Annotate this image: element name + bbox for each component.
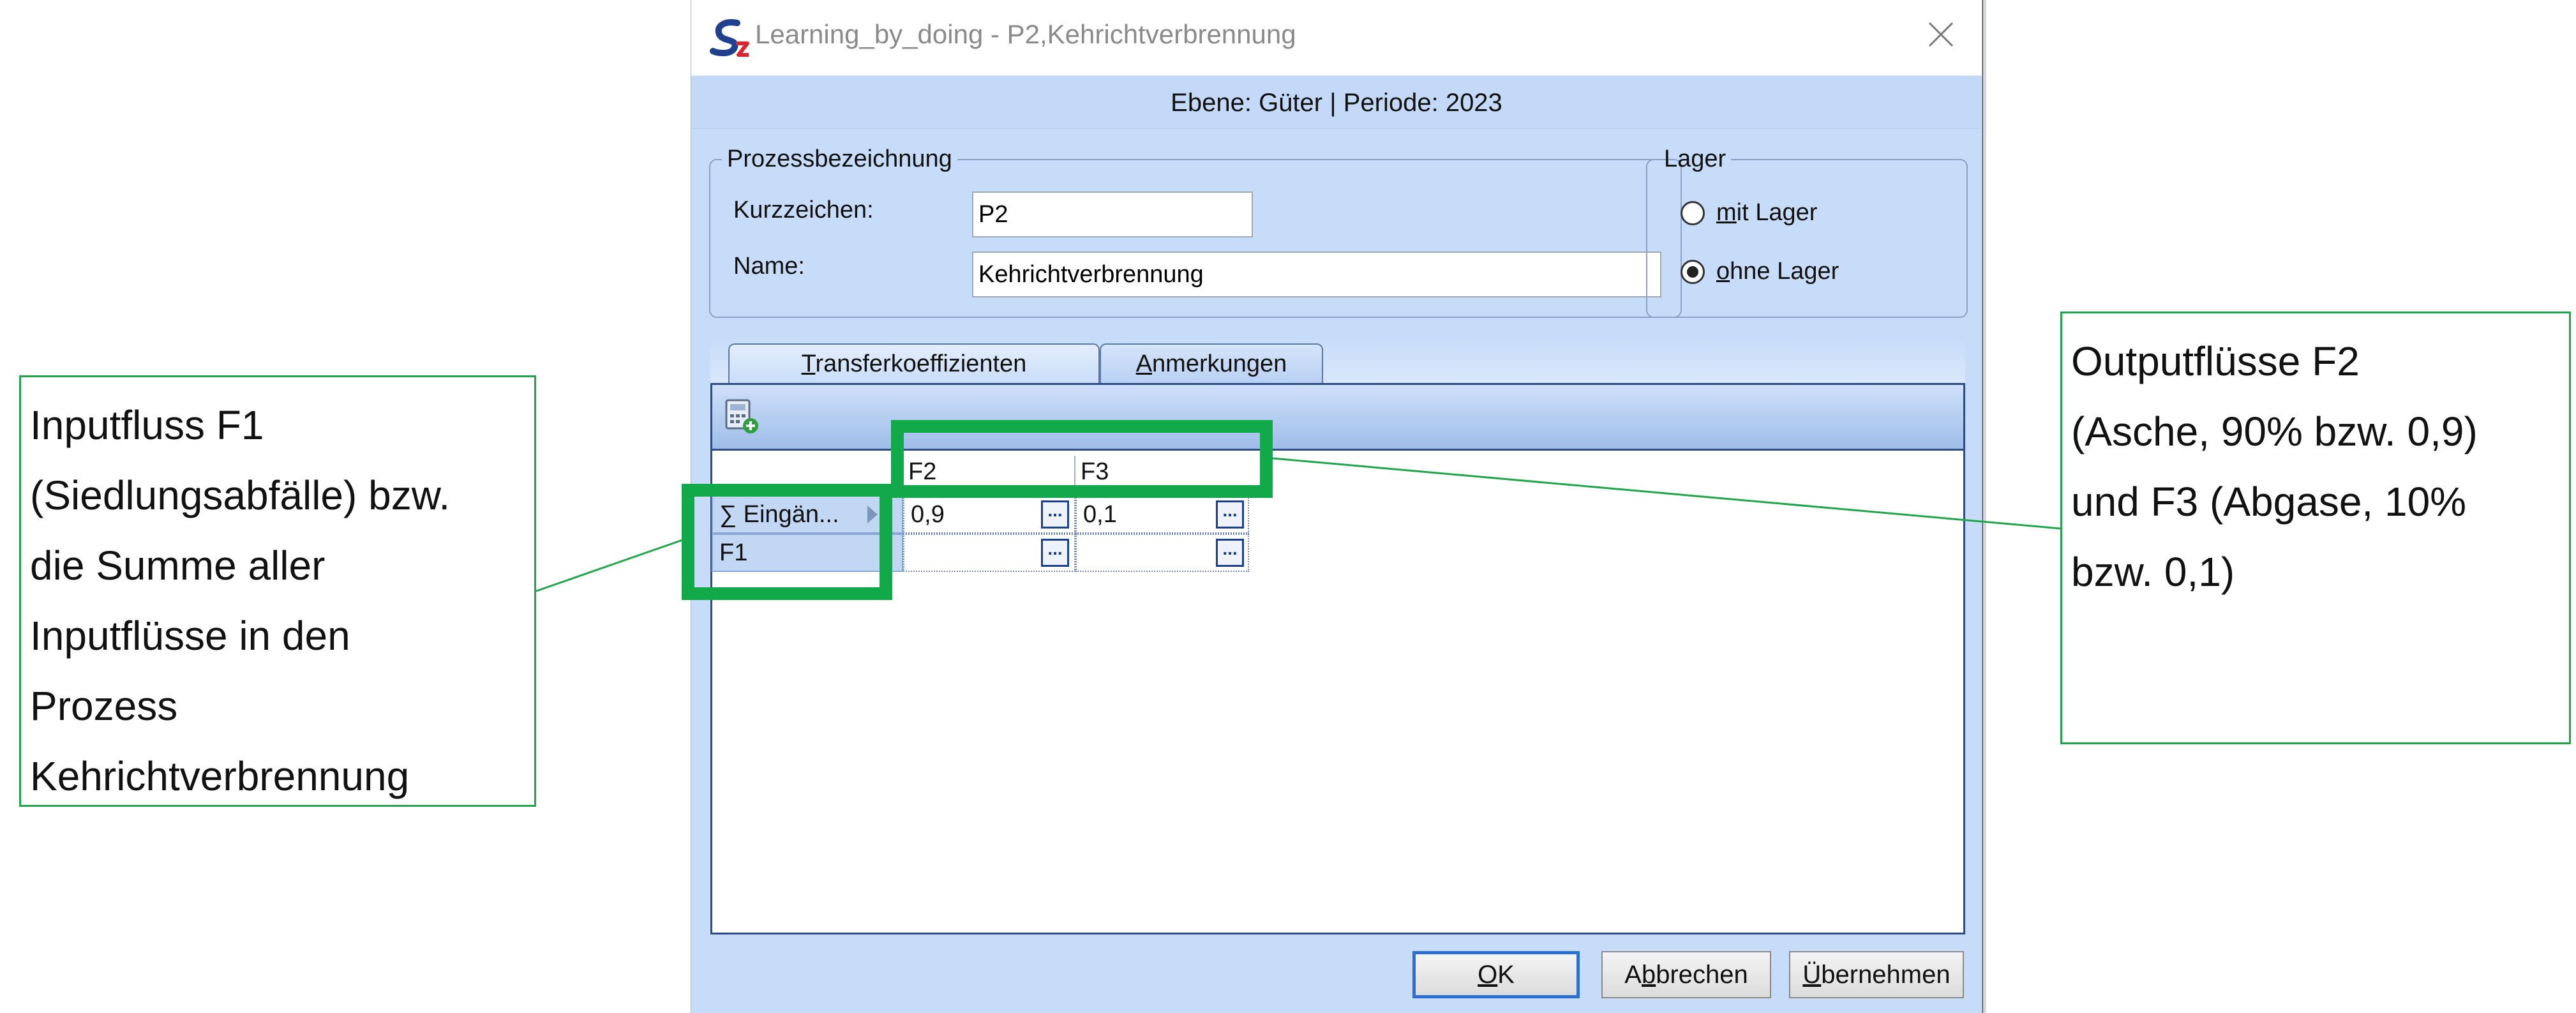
input-annotation-line: die Summe aller: [30, 543, 326, 589]
output-annotation-line: bzw. 0,1): [2071, 549, 2235, 595]
leader-line-input: [535, 538, 685, 592]
close-icon[interactable]: [1927, 20, 1955, 49]
calculator-add-icon[interactable]: [724, 399, 760, 435]
storage-legend: Lager: [1664, 146, 1726, 172]
radio-with-storage-label: mit Lager: [1716, 199, 1818, 226]
highlight-input-rows: [682, 484, 892, 600]
short-code-label: Kurzzeichen:: [733, 197, 874, 223]
window-title: Learning_by_doing - P2,Kehrichtverbrennu…: [755, 19, 1296, 49]
tab-transfer-coefficients[interactable]: Transferkoeffizienten: [728, 343, 1100, 383]
radio-with-storage[interactable]: mit Lager: [1681, 199, 1817, 227]
input-annotation-line: Inputflüsse in den: [30, 613, 350, 659]
radio-without-storage-label: ohne Lager: [1716, 258, 1839, 285]
tab-transfer-coefficients-label: Transferkoeffizienten: [801, 350, 1027, 377]
radio-with-storage-circle[interactable]: [1681, 200, 1705, 225]
ellipsis-button-inputs-sum-f3[interactable]: ...: [1216, 500, 1244, 529]
tab-remarks[interactable]: Anmerkungen: [1100, 343, 1323, 383]
short-code-input[interactable]: [972, 191, 1253, 237]
ok-button[interactable]: OK: [1412, 951, 1580, 998]
process-designation-legend: Prozessbezeichnung: [727, 146, 952, 172]
tab-remarks-label: Anmerkungen: [1135, 350, 1287, 377]
output-annotation-line: (Asche, 90% bzw. 0,9): [2071, 409, 2478, 454]
output-flow-annotation: Outputflüsse F2 (Asche, 90% bzw. 0,9) un…: [2060, 311, 2571, 744]
ellipsis-button-f1-f2[interactable]: ...: [1041, 539, 1069, 567]
output-annotation-line: und F3 (Abgase, 10%: [2071, 479, 2467, 525]
title-bar: Learning_by_doing - P2,Kehrichtverbrennu…: [691, 0, 1982, 75]
input-annotation-line: Inputfluss F1: [30, 402, 264, 448]
stan-app-icon: [710, 19, 749, 57]
input-annotation-line: Kehrichtverbrennung: [30, 753, 410, 799]
storage-group: Lager: [1646, 146, 1968, 318]
name-input[interactable]: [972, 251, 1661, 297]
radio-without-storage[interactable]: ohne Lager: [1681, 258, 1839, 285]
input-annotation-line: Prozess: [30, 683, 178, 729]
cancel-button[interactable]: Ab brechen: [1601, 951, 1771, 998]
input-annotation-line: (Siedlungsabfälle) bzw.: [30, 472, 451, 518]
input-flow-annotation: Inputfluss F1 (Siedlungsabfälle) bzw. di…: [19, 375, 536, 807]
highlight-output-columns: [891, 420, 1273, 498]
radio-without-storage-circle[interactable]: [1681, 259, 1705, 284]
name-label: Name:: [733, 253, 805, 280]
level-period-text: Ebene: Güter | Periode: 2023: [1171, 89, 1502, 117]
apply-button[interactable]: Übernehmen: [1789, 951, 1964, 998]
level-period-bar: Ebene: Güter | Periode: 2023: [691, 75, 1982, 129]
ellipsis-button-inputs-sum-f2[interactable]: ...: [1041, 500, 1069, 529]
ellipsis-button-f1-f3[interactable]: ...: [1216, 539, 1244, 567]
output-annotation-line: Outputflüsse F2: [2071, 338, 2360, 384]
